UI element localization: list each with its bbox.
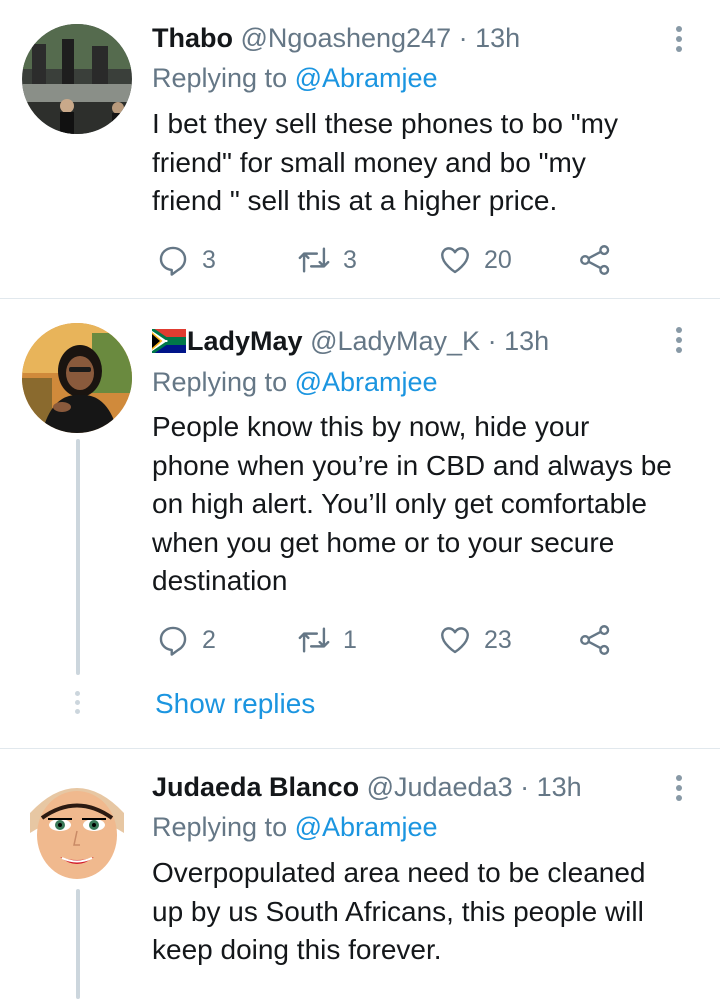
retweet-count: 3 [343,245,357,274]
display-name[interactable]: Judaeda Blanco [152,772,359,802]
mention-link[interactable]: @Abramjee [295,63,438,93]
display-name[interactable]: LadyMay [187,326,303,356]
timestamp[interactable]: 13h [475,23,520,53]
separator: · [520,772,530,802]
timestamp[interactable]: 13h [537,772,582,802]
tweet-header: Thabo @Ngoasheng247 · 13h [152,22,520,54]
share-icon [580,625,610,655]
more-options-icon[interactable] [672,773,686,803]
like-count: 20 [484,245,512,274]
text-line: I bet they sell these phones to bo "my [152,108,618,139]
like-count: 23 [484,625,512,654]
reply-count: 2 [202,625,216,654]
retweet-button[interactable]: 1 [297,622,357,658]
share-button[interactable] [578,242,612,278]
tweet-3[interactable]: Judaeda Blanco @Judaeda3 · 13h Replying … [0,749,720,999]
replying-label: Replying to [152,812,288,842]
south-africa-flag-icon [152,329,186,353]
tweet-text: Overpopulated area need to be cleaned up… [152,854,697,970]
reply-button[interactable]: 2 [156,622,216,658]
retweet-icon [298,247,330,273]
heart-icon [441,627,469,654]
avatar-thabo[interactable] [22,24,132,134]
display-name[interactable]: Thabo [152,23,233,53]
more-options-icon[interactable] [672,325,686,355]
separator: · [458,23,468,53]
share-button[interactable] [578,622,612,658]
replying-to: Replying to @Abramjee [152,366,438,398]
show-replies-link[interactable]: Show replies [155,687,315,721]
avatar-ladymay[interactable] [22,323,132,433]
replying-to: Replying to @Abramjee [152,62,438,94]
replying-label: Replying to [152,367,288,397]
thread-more-dots [74,689,82,719]
heart-icon [441,247,469,274]
reply-icon [159,246,187,276]
retweet-icon [298,627,330,653]
text-line: keep doing this forever. [152,934,442,965]
retweet-button[interactable]: 3 [297,242,357,278]
text-line: phone when you’re in CBD and always be [152,449,672,481]
like-button[interactable]: 20 [438,242,512,278]
tweet-actions: 2 1 23 [152,622,622,658]
mention-link[interactable]: @Abramjee [295,812,438,842]
user-handle[interactable]: @Judaeda3 [367,772,513,802]
tweet-header: Judaeda Blanco @Judaeda3 · 13h [152,771,582,803]
text-line: on high alert. You’ll only get comfortab… [152,488,647,519]
tweet-1[interactable]: Thabo @Ngoasheng247 · 13h Replying to @A… [0,0,720,298]
text-line: destination [152,565,288,596]
user-handle[interactable]: @Ngoasheng247 [241,23,452,53]
like-button[interactable]: 23 [438,622,512,658]
tweet-text: I bet they sell these phones to bo "my f… [152,105,697,221]
text-line: People know this by now, hide your [152,411,590,442]
reply-icon [159,626,187,656]
more-options-icon[interactable] [672,24,686,54]
text-line: up by us South Africans, this people wil… [152,895,644,927]
thread-line [76,439,80,675]
tweet-2[interactable]: LadyMay @LadyMay_K · 13h Replying to @Ab… [0,299,720,748]
tweet-text: People know this by now, hide your phone… [152,408,697,601]
text-line: friend" for small money and bo "my [152,146,586,178]
avatar-judaeda[interactable] [22,773,132,883]
reply-button[interactable]: 3 [156,242,216,278]
reply-count: 3 [202,245,216,274]
text-line: Overpopulated area need to be cleaned [152,857,646,888]
replying-label: Replying to [152,63,288,93]
text-line: friend " sell this at a higher price. [152,185,558,216]
tweet-actions: 3 3 20 [152,242,622,278]
mention-link[interactable]: @Abramjee [295,367,438,397]
timestamp[interactable]: 13h [504,326,549,356]
tweet-header: LadyMay @LadyMay_K · 13h [152,325,549,357]
separator: · [487,326,497,356]
user-handle[interactable]: @LadyMay_K [310,326,480,356]
share-icon [580,245,610,275]
retweet-count: 1 [343,625,357,654]
replying-to: Replying to @Abramjee [152,811,438,843]
thread-line [76,889,80,999]
text-line: when you get home or to your secure [152,526,615,558]
